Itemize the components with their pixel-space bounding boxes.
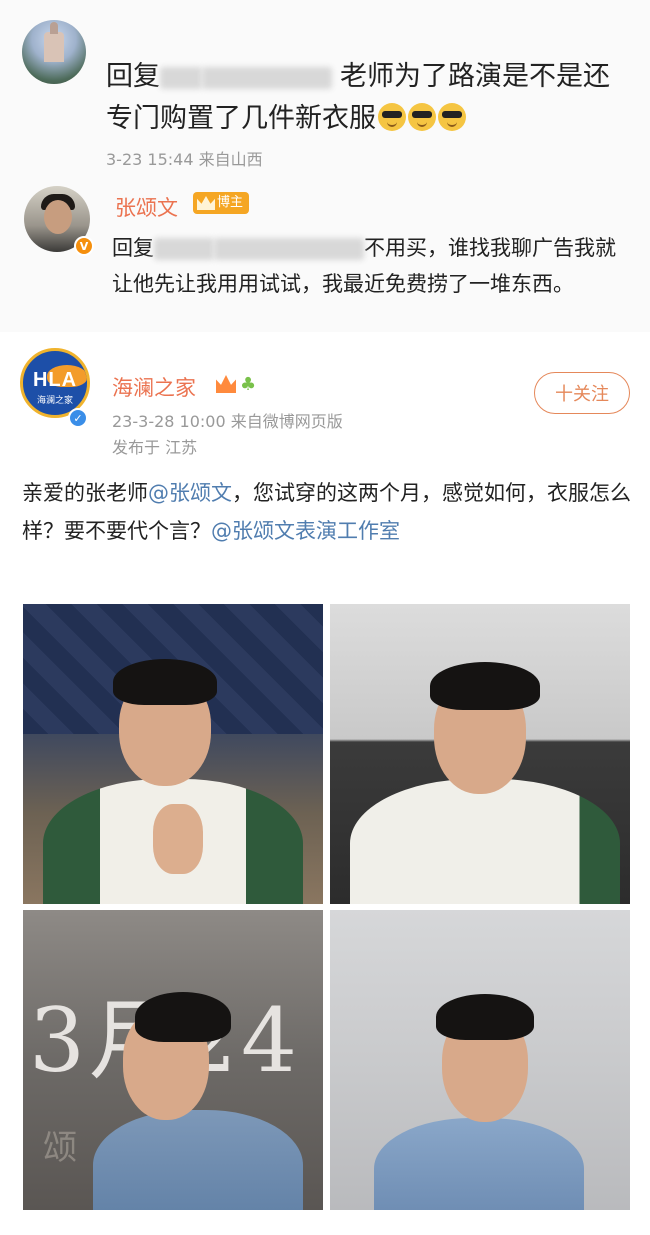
crown-icon <box>216 375 236 393</box>
denim-jacket <box>374 1118 584 1210</box>
avatar-face <box>44 200 72 234</box>
blurred-mention <box>154 238 214 260</box>
blogger-badge: 博主 <box>193 192 250 214</box>
crown-icon <box>197 196 215 210</box>
post-photo[interactable] <box>23 604 323 904</box>
jacket <box>350 779 620 904</box>
cool-emoji-icon <box>408 103 436 131</box>
post-body: 亲爱的张老师@张颂文，您试穿的这两个月，感觉如何，衣服怎么样？要不要代个言？@张… <box>22 474 632 550</box>
avatar-logo-sub: 海澜之家 <box>36 396 73 406</box>
commenter-avatar[interactable] <box>22 20 86 84</box>
cool-emoji-icon <box>378 103 406 131</box>
blurred-name <box>202 66 332 89</box>
comment-1: 回复 老师为了路演是不是还专门购置了几件新衣服 3-23 15:44 来自山西 <box>0 0 650 178</box>
blurred-mention <box>160 66 202 89</box>
blurred-name <box>214 238 364 260</box>
post-photo[interactable] <box>330 604 630 904</box>
person-hair <box>430 662 540 710</box>
follow-button[interactable]: 十关注 <box>534 372 630 414</box>
post-author[interactable]: 海澜之家 <box>112 372 196 402</box>
post-meta: 23-3-28 10:00 来自微博网页版 <box>112 412 343 431</box>
cool-emoji-icon <box>438 103 466 131</box>
comment-1-text: 回复 老师为了路演是不是还专门购置了几件新衣服 <box>106 56 626 140</box>
verified-icon: V <box>74 236 94 256</box>
denim-jacket <box>93 1110 303 1210</box>
clover-icon: ♣ <box>240 374 257 395</box>
verified-icon: ✓ <box>68 408 88 428</box>
post-photo[interactable]: 3月24 颂 文 <box>23 910 323 1210</box>
person-hair <box>135 992 231 1042</box>
castle-image <box>44 22 64 62</box>
person-hair <box>436 994 534 1040</box>
post-photo[interactable] <box>330 910 630 1210</box>
comment-2: V 张颂文 博主 回复 不用买，谁找我聊广告我就让他先让我用用试试，我最近免费捞了… <box>0 178 650 332</box>
mention-link[interactable]: @张颂文表演工作室 <box>211 519 400 543</box>
post-location: 发布于 江苏 <box>112 438 198 457</box>
comment-1-time: 3-23 15:44 来自山西 <box>106 150 263 169</box>
post-body-text-1: 亲爱的张老师 <box>22 481 148 505</box>
avatar-logo-text: HLA <box>32 369 78 391</box>
comment-2-author[interactable]: 张颂文 <box>115 192 178 222</box>
reply-prefix: 回复 <box>106 61 160 92</box>
reply-prefix: 回复 <box>112 236 154 260</box>
mention-link[interactable]: @张颂文 <box>148 481 232 505</box>
comment-2-text: 回复 不用买，谁找我聊广告我就让他先让我用用试试，我最近免费捞了一堆东西。 <box>112 230 622 302</box>
weibo-post: HLA 海澜之家 ✓ 海澜之家 ♣ 十关注 23-3-28 10:00 来自微博… <box>0 332 650 1235</box>
clapping-hands <box>153 804 203 874</box>
blogger-badge-label: 博主 <box>217 195 244 210</box>
person-hair <box>113 659 217 705</box>
